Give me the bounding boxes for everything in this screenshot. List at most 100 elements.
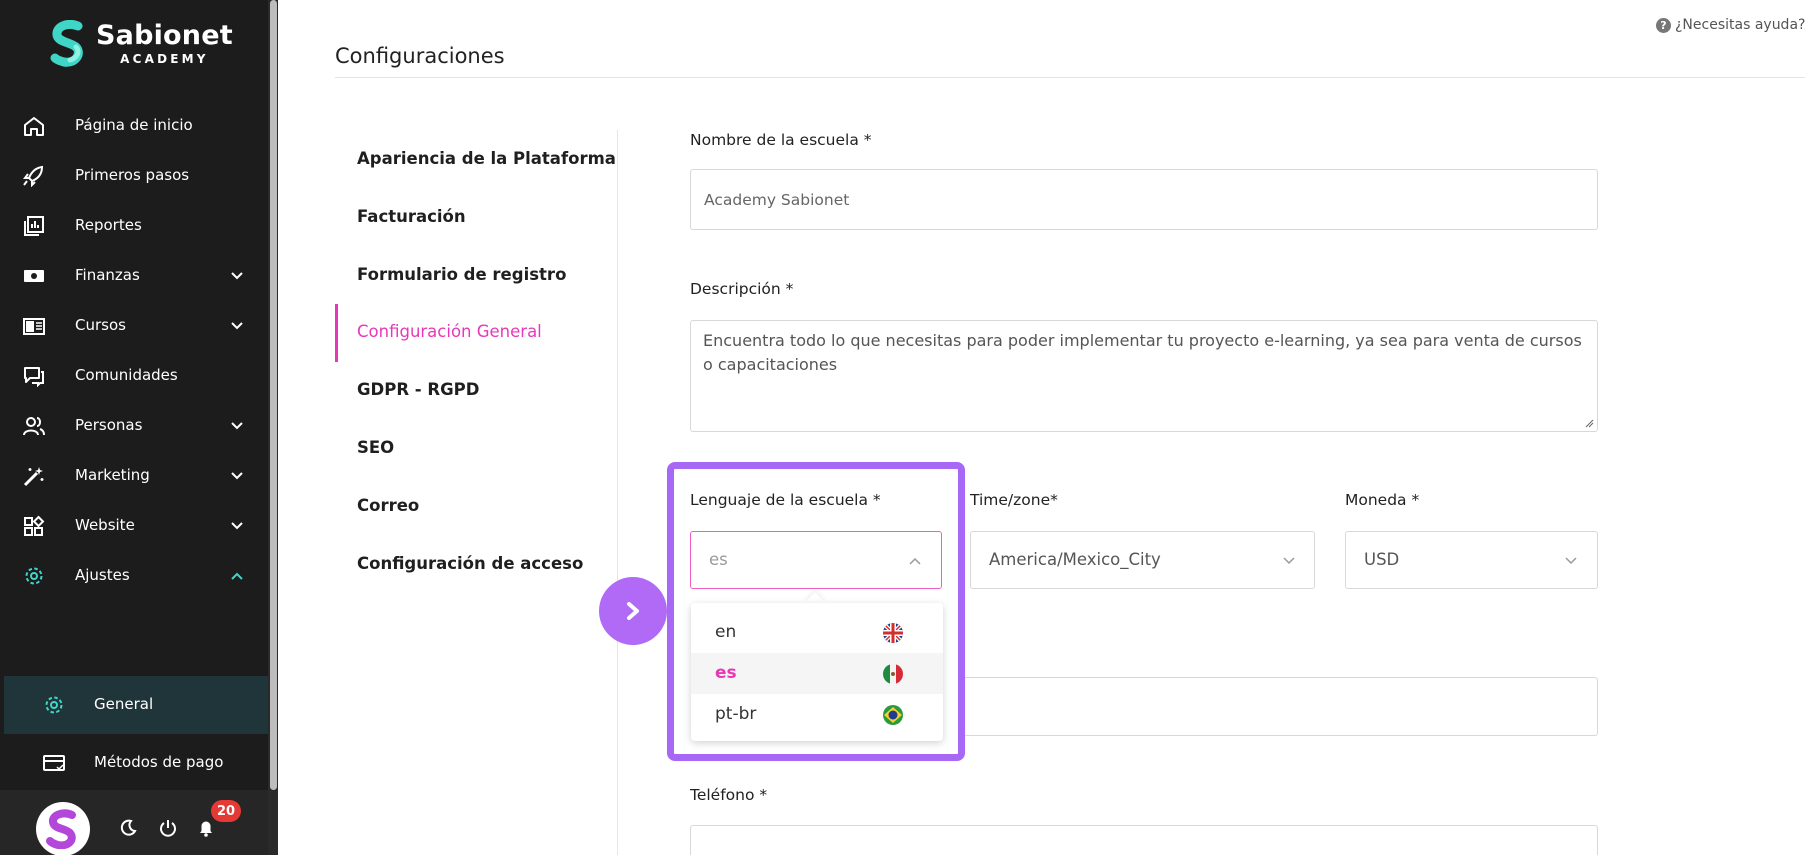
logo-subtitle: ACADEMY [120,52,209,66]
currency-select-value: USD [1364,550,1400,569]
description-text: Encuentra todo lo que necesitas para pod… [703,331,1582,374]
option-label: en [715,622,737,642]
sidebar-item-label: Página de inicio [75,116,193,134]
settings-tab-seo[interactable]: SEO [357,438,394,457]
courses-icon [23,318,45,335]
page-title: Configuraciones [335,44,505,68]
language-option-pt-br[interactable]: pt-br [691,694,943,735]
brazil-flag-icon [883,705,903,725]
sidebar-item-comunidades[interactable]: Comunidades [0,348,268,404]
power-icon[interactable] [158,818,178,838]
help-question-icon: ? [1656,17,1671,33]
language-option-en[interactable]: en [691,612,943,653]
sidebar-item-label: Personas [75,416,143,434]
cash-icon [24,270,44,282]
bell-icon[interactable] [196,818,216,838]
notification-badge: 20 [211,800,242,822]
sidebar-item-label: Primeros pasos [75,166,190,184]
tutorial-next-step-button[interactable] [599,577,667,645]
dark-mode-icon[interactable] [118,818,138,838]
chevron-right-icon [627,602,639,620]
sidebar-item-marketing[interactable]: Marketing [0,448,268,504]
currency-select[interactable]: USD [1345,531,1598,589]
settings-tab-correo[interactable]: Correo [357,496,419,515]
chevron-down-icon [1283,557,1295,565]
sidebar-item-label: Cursos [75,316,126,334]
sidebar: Sabionet ACADEMY Página de inicio Primer… [0,0,278,855]
resize-grip-icon[interactable] [1585,419,1594,428]
sidebar-item-ajustes[interactable]: Ajustes [0,548,268,604]
description-label: Descripción * [690,280,794,298]
sidebar-item-primeros-pasos[interactable]: Primeros pasos [0,148,268,204]
avatar-logo-icon [46,809,76,849]
sidebar-subitem-metodos-de-pago[interactable]: Métodos de pago [4,734,268,792]
people-icon [23,417,45,436]
timezone-select[interactable]: America/Mexico_City [970,531,1315,589]
sidebar-item-cursos[interactable]: Cursos [0,298,268,354]
chevron-down-icon[interactable] [230,269,244,283]
sidebar-scroll-thumb[interactable] [270,0,277,790]
uk-flag-icon [883,623,903,643]
sidebar-subitem-general[interactable]: General [4,676,268,734]
chevron-down-icon [1565,557,1577,565]
timezone-label: Time/zone* [970,491,1058,509]
sidebar-footer: 20 [0,790,268,855]
chevron-down-icon[interactable] [230,519,244,533]
settings-tab-gdpr[interactable]: GDPR - RGPD [357,380,479,399]
school-name-label: Nombre de la escuela * [690,131,872,149]
credit-card-icon [43,755,65,771]
settings-tab-apariencia[interactable]: Apariencia de la Plataforma [357,149,616,168]
language-dropdown: en es pt-br [691,603,943,741]
chevron-down-icon[interactable] [230,319,244,333]
language-option-es[interactable]: es [691,653,943,694]
logo-text: Sabionet ACADEMY [96,20,233,67]
settings-divider [617,130,618,855]
active-tab-marker [335,304,338,362]
reports-icon [24,216,44,236]
home-icon [24,117,44,136]
chevron-up-icon[interactable] [230,569,244,583]
chevron-down-icon[interactable] [230,469,244,483]
sidebar-subitem-label: Métodos de pago [94,753,224,771]
sidebar-item-label: Marketing [75,466,150,484]
sidebar-item-inicio[interactable]: Página de inicio [0,98,268,154]
settings-tab-configuracion-acceso[interactable]: Configuración de acceso [357,554,583,573]
sidebar-item-reportes[interactable]: Reportes [0,198,268,254]
sabionet-logo-icon [50,20,83,67]
chevron-down-icon[interactable] [230,419,244,433]
chat-icon [24,367,44,387]
settings-tab-formulario-registro[interactable]: Formulario de registro [357,265,566,284]
sidebar-item-label: Ajustes [75,566,130,584]
rocket-icon [23,165,44,187]
brand-logo[interactable]: Sabionet ACADEMY [50,18,233,70]
settings-tab-configuracion-general[interactable]: Configuración General [357,322,542,341]
hidden-field-input[interactable] [960,677,1598,736]
timezone-select-value: America/Mexico_City [989,550,1161,569]
settings-tab-facturacion[interactable]: Facturación [357,207,466,226]
sidebar-item-website[interactable]: Website [0,498,268,554]
sidebar-item-label: Comunidades [75,366,178,384]
gear-icon [25,567,43,585]
help-text: ¿Necesitas ayuda? [1675,17,1806,33]
option-label: es [715,663,737,683]
description-textarea[interactable]: Encuentra todo lo que necesitas para pod… [690,320,1598,432]
magic-wand-icon [23,467,44,487]
avatar[interactable] [36,802,90,855]
widgets-icon [24,515,45,536]
currency-label: Moneda * [1345,491,1420,509]
sidebar-item-finanzas[interactable]: Finanzas [0,248,268,304]
sidebar-item-label: Finanzas [75,266,140,284]
logo-name: Sabionet [96,20,233,51]
gear-icon [45,696,63,714]
sidebar-item-label: Reportes [75,216,142,234]
sidebar-item-personas[interactable]: Personas [0,398,268,454]
school-name-input[interactable] [690,169,1598,230]
option-label: pt-br [715,704,757,724]
phone-input[interactable] [690,825,1598,855]
sidebar-item-label: Website [75,516,135,534]
phone-label: Teléfono * [690,786,768,804]
mexico-flag-icon [883,664,903,684]
title-divider [335,77,1805,78]
help-link[interactable]: ? ¿Necesitas ayuda? [1656,17,1805,33]
sidebar-subitem-label: General [94,695,154,713]
